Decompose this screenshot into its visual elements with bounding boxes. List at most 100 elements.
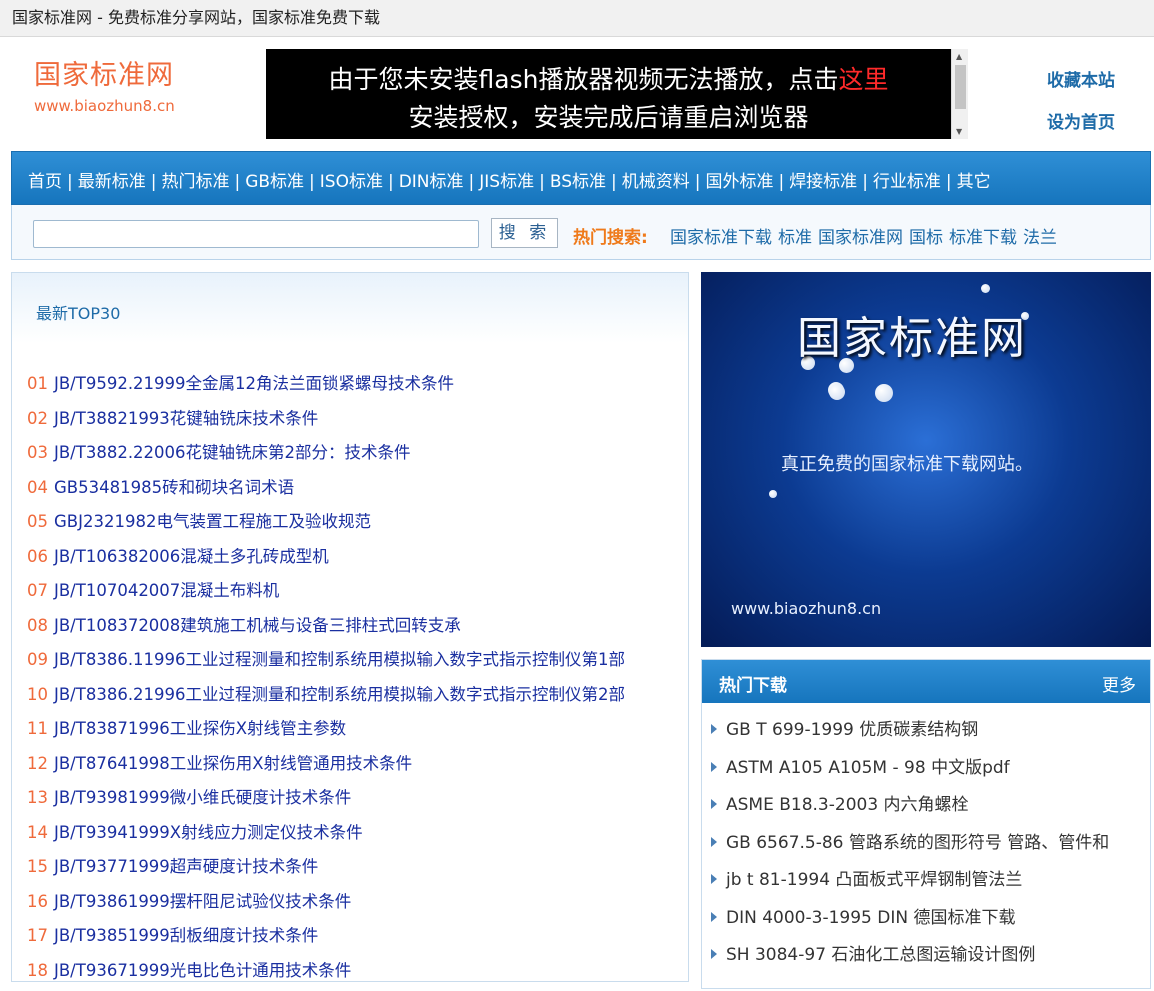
- hot-search-link[interactable]: 国家标准网: [818, 228, 903, 248]
- list-item-link[interactable]: JB/T87641998工业探伤用X射线管通用技术条件: [54, 754, 412, 773]
- nav-item[interactable]: 其它: [957, 172, 991, 192]
- list-item[interactable]: 18JB/T93671999光电比色计通用技术条件: [27, 957, 625, 991]
- list-item-link[interactable]: JB/T107042007混凝土布料机: [54, 581, 279, 600]
- nav-item[interactable]: BS标准: [550, 172, 606, 192]
- list-item[interactable]: 02JB/T38821993花键轴铣床技术条件: [27, 405, 625, 440]
- nav-item[interactable]: 行业标准: [873, 172, 941, 192]
- hot-downloads-panel: 热门下载 更多 GB T 699-1999 优质碳素结构钢 ASTM A105 A…: [701, 659, 1151, 989]
- nav-item[interactable]: GB标准: [245, 172, 304, 192]
- list-item[interactable]: 09 JB/T8386.11996工业过程测量和控制系统用模拟输入数字式指示控制仪…: [27, 646, 625, 681]
- list-item[interactable]: DIN 4000-3-1995 DIN 德国标准下载: [711, 903, 1109, 941]
- scroll-down-icon[interactable]: ▼: [956, 127, 962, 136]
- list-item[interactable]: jb t 81-1994 凸面板式平焊钢制管法兰: [711, 865, 1109, 903]
- latest-top30-title: 最新TOP30: [36, 300, 120, 324]
- search-input[interactable]: [33, 220, 479, 248]
- search-button[interactable]: 搜 索: [491, 218, 558, 248]
- hot-search-link[interactable]: 法兰: [1023, 228, 1057, 248]
- list-item[interactable]: 06JB/T106382006混凝土多孔砖成型机: [27, 543, 625, 578]
- hot-download-link[interactable]: ASTM A105 A105M - 98 中文版pdf: [726, 758, 1010, 778]
- nav-separator: |: [388, 172, 394, 192]
- scroll-thumb[interactable]: [955, 65, 966, 109]
- hot-search-link[interactable]: 标准下载: [949, 228, 1017, 248]
- list-item-link[interactable]: JB/T3882.22006花键轴铣床第2部分：技术条件: [54, 443, 411, 462]
- list-item[interactable]: ASME B18.3-2003 内六角螺栓: [711, 790, 1109, 828]
- list-item-link[interactable]: JB/T93671999光电比色计通用技术条件: [54, 961, 351, 980]
- nav-item[interactable]: 焊接标准: [789, 172, 857, 192]
- hot-search-link[interactable]: 标准: [778, 228, 812, 248]
- nav-separator: |: [469, 172, 475, 192]
- triangle-right-icon: [711, 837, 717, 847]
- list-item-rank: 15: [27, 857, 48, 876]
- nav-item[interactable]: DIN标准: [399, 172, 464, 192]
- hot-download-link[interactable]: jb t 81-1994 凸面板式平焊钢制管法兰: [726, 870, 1022, 890]
- list-item[interactable]: 08JB/T108372008建筑施工机械与设备三排柱式回转支承: [27, 612, 625, 647]
- list-item-link[interactable]: JB/T8386.11996工业过程测量和控制系统用模拟输入数字式指示控制仪第1…: [54, 650, 625, 669]
- hot-search-link[interactable]: 国家标准下载: [670, 228, 772, 248]
- list-item-link[interactable]: JB/T9592.21999全金属12角法兰面锁紧螺母技术条件: [54, 374, 454, 393]
- nav-item[interactable]: 热门标准: [161, 172, 229, 192]
- list-item[interactable]: GB T 699-1999 优质碳素结构钢: [711, 715, 1109, 753]
- nav-item[interactable]: 机械资料: [622, 172, 690, 192]
- list-item-link[interactable]: JB/T106382006混凝土多孔砖成型机: [54, 547, 329, 566]
- triangle-right-icon: [711, 762, 717, 772]
- nav-item[interactable]: 首页: [28, 172, 62, 192]
- banner-title: 国家标准网: [797, 302, 1027, 366]
- list-item-link[interactable]: GB53481985砖和砌块名词术语: [54, 478, 294, 497]
- hot-download-link[interactable]: GB T 699-1999 优质碳素结构钢: [726, 720, 978, 740]
- main-nav: 首页|最新标准|热门标准|GB标准|ISO标准|DIN标准|JIS标准|BS标准…: [11, 151, 1151, 205]
- list-item[interactable]: 12JB/T87641998工业探伤用X射线管通用技术条件: [27, 750, 625, 785]
- list-item-rank: 13: [27, 788, 48, 807]
- list-item-link[interactable]: JB/T93981999微小维氏硬度计技术条件: [54, 788, 351, 807]
- site-logo-title[interactable]: 国家标准网: [34, 53, 174, 92]
- list-item[interactable]: 07JB/T107042007混凝土布料机: [27, 577, 625, 612]
- nav-separator: |: [778, 172, 784, 192]
- list-item[interactable]: 11JB/T83871996工业探伤X射线管主参数: [27, 715, 625, 750]
- hot-download-link[interactable]: GB 6567.5-86 管路系统的图形符号 管路、管件和: [726, 833, 1109, 853]
- hot-download-link[interactable]: ASME B18.3-2003 内六角螺栓: [726, 795, 969, 815]
- list-item[interactable]: 15 JB/T93771999超声硬度计技术条件: [27, 853, 625, 888]
- nav-item[interactable]: 最新标准: [78, 172, 146, 192]
- list-item-link[interactable]: JB/T93941999X射线应力测定仪技术条件: [54, 823, 363, 842]
- hot-downloads-title: 热门下载: [719, 671, 787, 696]
- list-item-link[interactable]: JB/T108372008建筑施工机械与设备三排柱式回转支承: [54, 616, 461, 635]
- list-item-link[interactable]: GBJ2321982电气装置工程施工及验收规范: [54, 512, 371, 531]
- triangle-right-icon: [711, 949, 717, 959]
- nav-separator: |: [611, 172, 617, 192]
- scroll-up-icon[interactable]: ▲: [956, 52, 962, 61]
- nav-item[interactable]: ISO标准: [320, 172, 383, 192]
- hot-download-link[interactable]: DIN 4000-3-1995 DIN 德国标准下载: [726, 908, 1015, 928]
- list-item[interactable]: SH 3084-97 石油化工总图运输设计图例: [711, 940, 1109, 978]
- site-banner-image[interactable]: 国家标准网 真正免费的国家标准下载网站。 www.biaozhun8.cn: [701, 272, 1151, 647]
- flash-install-link[interactable]: 这里: [838, 65, 888, 94]
- list-item-rank: 04: [27, 478, 48, 497]
- list-item[interactable]: 05GBJ2321982电气装置工程施工及验收规范: [27, 508, 625, 543]
- list-item[interactable]: 03JB/T3882.22006花键轴铣床第2部分：技术条件: [27, 439, 625, 474]
- banner-url: www.biaozhun8.cn: [731, 599, 881, 618]
- list-item-link[interactable]: JB/T8386.21996工业过程测量和控制系统用模拟输入数字式指示控制仪第2…: [54, 685, 625, 704]
- list-item-link[interactable]: JB/T93861999摆杆阻尼试验仪技术条件: [54, 892, 351, 911]
- list-item-rank: 09: [27, 650, 48, 669]
- flash-scrollbar[interactable]: ▲ ▼: [951, 49, 968, 139]
- nav-item[interactable]: 国外标准: [705, 172, 773, 192]
- hot-search-link[interactable]: 国标: [909, 228, 943, 248]
- list-item-link[interactable]: JB/T38821993花键轴铣床技术条件: [54, 409, 318, 428]
- bookmark-site-link[interactable]: 收藏本站: [1047, 66, 1115, 91]
- list-item[interactable]: GB 6567.5-86 管路系统的图形符号 管路、管件和: [711, 828, 1109, 866]
- list-item[interactable]: 01JB/T9592.21999全金属12角法兰面锁紧螺母技术条件: [27, 370, 625, 405]
- nav-item[interactable]: JIS标准: [479, 172, 534, 192]
- site-logo-url[interactable]: www.biaozhun8.cn: [34, 97, 175, 115]
- hot-download-link[interactable]: SH 3084-97 石油化工总图运输设计图例: [726, 945, 1035, 965]
- list-item[interactable]: 14JB/T93941999X射线应力测定仪技术条件: [27, 819, 625, 854]
- list-item-link[interactable]: JB/T83871996工业探伤X射线管主参数: [54, 719, 346, 738]
- list-item-link[interactable]: JB/T93771999超声硬度计技术条件: [54, 857, 318, 876]
- list-item[interactable]: 04 GB53481985砖和砌块名词术语: [27, 474, 625, 509]
- hot-downloads-more-link[interactable]: 更多: [1102, 671, 1136, 696]
- list-item-link[interactable]: JB/T93851999刮板细度计技术条件: [54, 926, 318, 945]
- list-item[interactable]: 17JB/T93851999刮板细度计技术条件: [27, 922, 625, 957]
- set-homepage-link[interactable]: 设为首页: [1047, 108, 1115, 133]
- list-item[interactable]: ASTM A105 A105M - 98 中文版pdf: [711, 753, 1109, 791]
- list-item[interactable]: 10JB/T8386.21996工业过程测量和控制系统用模拟输入数字式指示控制仪…: [27, 681, 625, 716]
- triangle-right-icon: [711, 724, 717, 734]
- list-item[interactable]: 16JB/T93861999摆杆阻尼试验仪技术条件: [27, 888, 625, 923]
- list-item[interactable]: 13 JB/T93981999微小维氏硬度计技术条件: [27, 784, 625, 819]
